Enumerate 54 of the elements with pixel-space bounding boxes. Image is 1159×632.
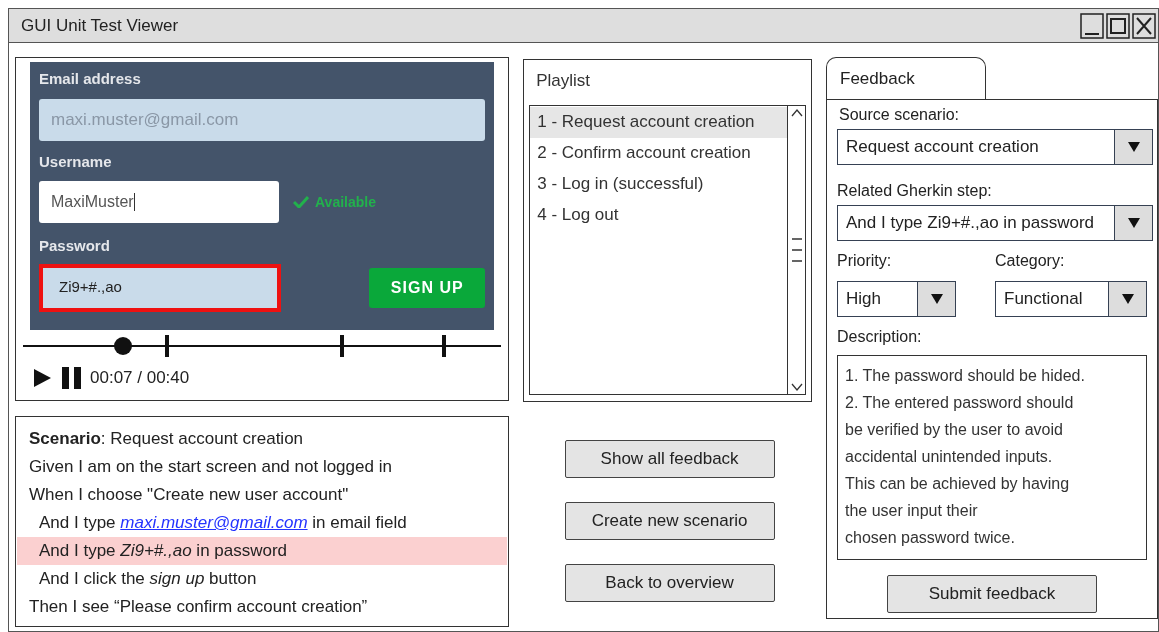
password-field[interactable]: Zi9+#.,ao bbox=[39, 263, 281, 312]
source-scenario-dropdown[interactable]: Request account creation bbox=[837, 129, 1153, 165]
field-label: Priority: bbox=[837, 251, 893, 271]
window-title: GUI Unit Test Viewer bbox=[21, 14, 180, 37]
field-label: Related Gherkin step: bbox=[837, 181, 993, 201]
playlist-item[interactable]: 4 - Log out bbox=[530, 199, 787, 231]
scroll-down-icon[interactable] bbox=[790, 382, 803, 391]
timeline-marker bbox=[165, 335, 169, 357]
username-field[interactable]: MaxiMuster bbox=[39, 181, 279, 223]
check-icon bbox=[293, 196, 309, 208]
action-button[interactable]: Create new scenario bbox=[564, 502, 775, 540]
dropdown-arrow-icon bbox=[930, 294, 943, 304]
step-text: And I click the sign up button bbox=[38, 568, 258, 590]
timeline-marker bbox=[442, 335, 446, 357]
scrollbar[interactable] bbox=[787, 105, 805, 394]
field-label: Email address bbox=[39, 69, 142, 89]
field-label: Category: bbox=[995, 251, 1066, 271]
close-icon[interactable] bbox=[1132, 12, 1156, 39]
scenario-title: Scenario: Request account creation bbox=[28, 428, 305, 450]
availability-status: Available bbox=[315, 192, 376, 212]
priority-dropdown[interactable]: High bbox=[837, 281, 956, 317]
action-button[interactable]: Back to overview bbox=[564, 564, 775, 602]
field-label: Username bbox=[39, 151, 113, 172]
play-icon[interactable] bbox=[32, 367, 52, 388]
category-dropdown[interactable]: Functional bbox=[995, 281, 1147, 317]
step-text: When I choose "Create new user account" bbox=[28, 484, 350, 506]
description-field[interactable]: 1. The password should be hided. 2. The entered password should be verified by the user to avoid accidental unintended inputs. This can be achieved by having the user input their chosen password twice. bbox=[837, 355, 1147, 560]
step-text: Then I see “Please confirm account creation” bbox=[28, 596, 369, 618]
playback-time: 00:07 / 00:40 bbox=[90, 367, 190, 389]
step-text: Given I am on the start screen and not logged in bbox=[28, 456, 393, 478]
field-label: Description: bbox=[837, 327, 923, 347]
timeline-marker bbox=[340, 335, 344, 357]
action-button[interactable]: Show all feedback bbox=[564, 440, 775, 478]
submit-feedback-button[interactable]: Submit feedback bbox=[887, 575, 1097, 613]
feedback-tab[interactable]: Feedback bbox=[826, 57, 986, 99]
pause-icon[interactable] bbox=[62, 366, 82, 389]
step-text: And I type Zi9+#.,ao in password bbox=[17, 537, 508, 565]
email-link[interactable]: maxi.muster@gmail.com bbox=[120, 513, 308, 532]
playlist-item[interactable]: 3 - Log in (successful) bbox=[530, 168, 787, 200]
minimize-icon[interactable] bbox=[1080, 12, 1104, 39]
field-label: Password bbox=[39, 236, 111, 256]
field-label: Source scenario: bbox=[838, 105, 961, 125]
step-text: And I type maxi.muster@gmail.com in email field bbox=[38, 512, 408, 534]
dropdown-arrow-icon bbox=[1121, 294, 1134, 304]
maximize-icon[interactable] bbox=[1106, 12, 1130, 39]
playlist-item[interactable]: 1 - Request account creation bbox=[530, 106, 787, 138]
dropdown-arrow-icon bbox=[1127, 218, 1140, 228]
timeline-thumb[interactable] bbox=[114, 337, 133, 355]
playlist-item[interactable]: 2 - Confirm account creation bbox=[530, 137, 787, 169]
scroll-up-icon[interactable] bbox=[790, 108, 803, 117]
gherkin-step-dropdown[interactable]: And I type Zi9+#.,ao in password bbox=[837, 205, 1153, 241]
playlist-title: Playlist bbox=[535, 70, 592, 92]
dropdown-arrow-icon bbox=[1127, 142, 1140, 152]
scroll-grip-icon[interactable] bbox=[790, 236, 803, 263]
